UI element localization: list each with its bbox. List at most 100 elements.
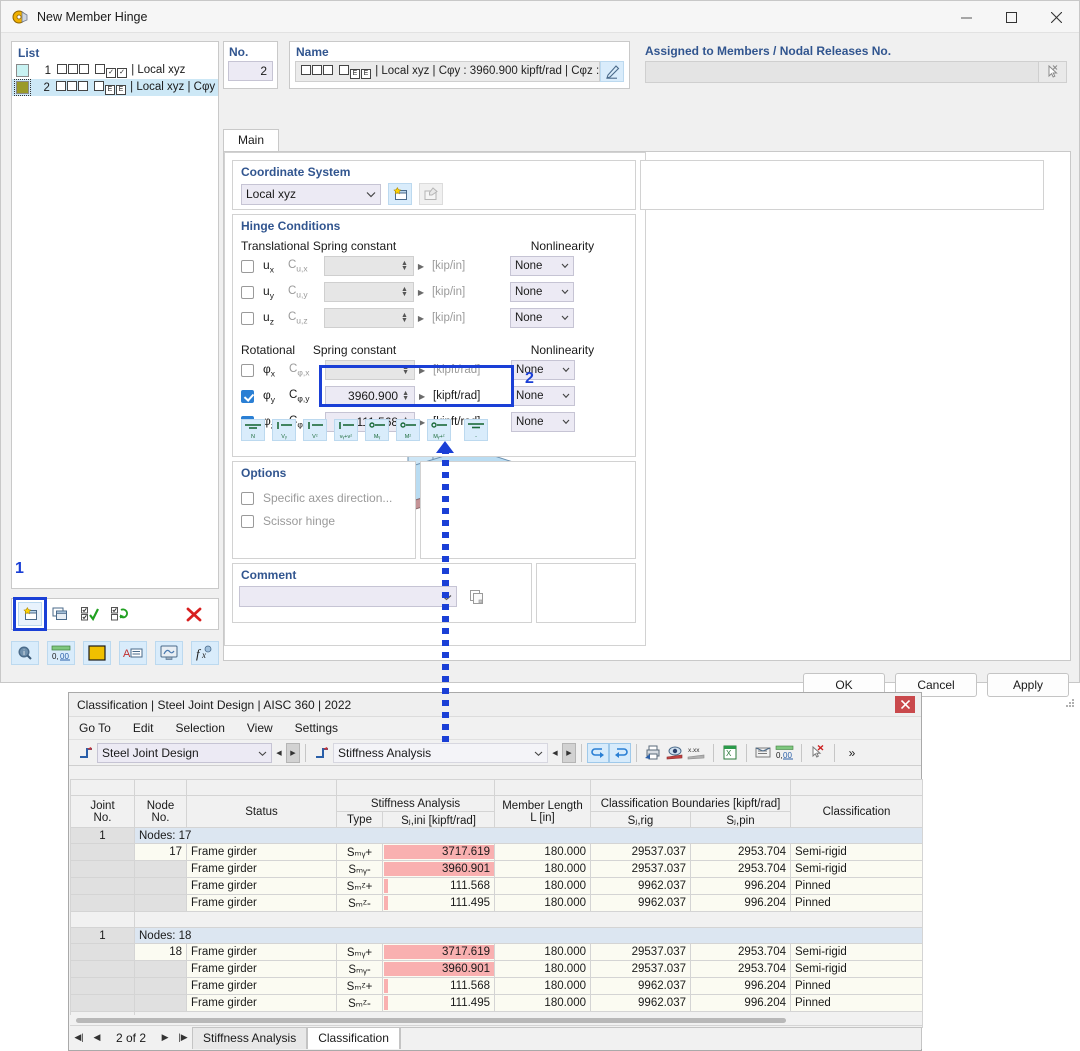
tab-classification[interactable]: Classification	[307, 1026, 400, 1049]
excel-icon[interactable]: X	[719, 743, 741, 763]
checkbox-phiy[interactable]	[241, 389, 254, 403]
edit-coordinate-system-button[interactable]	[419, 183, 443, 205]
table-next-button[interactable]: ▶	[562, 742, 576, 763]
input-cphiy[interactable]: 3960.900 ▲ ▼	[325, 386, 416, 406]
preset-none-button[interactable]: -	[464, 419, 488, 441]
report-icon[interactable]	[752, 743, 774, 763]
table-row[interactable]: Frame girder Sₘᶻ- 111.495 180.000 9962.0…	[70, 894, 923, 912]
select-all-button[interactable]	[78, 602, 102, 626]
table-row[interactable]: Frame girder Sₘᶻ+ 111.568 180.000 9962.0…	[70, 877, 923, 895]
table-window-close-button[interactable]	[895, 696, 915, 713]
checkbox-specific-axes[interactable]	[241, 491, 254, 505]
checkbox-phix[interactable]	[241, 363, 254, 377]
table-group-row[interactable]: 1 Nodes: 17	[70, 827, 923, 844]
last-page-button[interactable]: |▶	[174, 1032, 192, 1043]
preset-my-button[interactable]: Mᵧ	[365, 419, 389, 441]
nonlinearity-uz[interactable]: None	[509, 308, 574, 328]
expand-cuy-icon[interactable]: ▶	[414, 288, 428, 297]
preset-vz-button[interactable]: Vᶻ	[303, 419, 327, 441]
spinner-icon[interactable]: ▲▼	[402, 390, 409, 402]
close-button[interactable]	[1034, 1, 1079, 33]
new-hinge-button[interactable]	[13, 597, 47, 631]
new-coordinate-system-button[interactable]	[388, 183, 412, 205]
view-icon[interactable]	[664, 743, 686, 763]
label-button[interactable]: A	[119, 641, 147, 665]
input-cphix[interactable]: ▲ ▼	[325, 360, 416, 380]
edit-name-icon[interactable]	[600, 61, 624, 82]
render-button[interactable]	[155, 641, 183, 665]
filter-icon[interactable]	[807, 743, 829, 763]
list-item[interactable]: 1 ✓ ✓ | Local xyz	[12, 62, 218, 79]
info-button[interactable]: i	[11, 641, 39, 665]
table-row[interactable]: Frame girder Sₘᶻ- 111.495 180.000 9962.0…	[70, 994, 923, 1012]
spinner-icon[interactable]: ▲▼	[401, 286, 408, 298]
table-group-row[interactable]: 1 Nodes: 18	[70, 927, 923, 944]
comment-input[interactable]	[239, 586, 457, 607]
name-input[interactable]: EE | Local xyz | Cφy : 3960.900 kipft/ra…	[295, 61, 600, 82]
input-cuz[interactable]: ▲ ▼	[323, 308, 414, 328]
table-row[interactable]: Frame girder Sₘᶻ+ 111.568 180.000 9962.0…	[70, 977, 923, 995]
checkbox-scissor-hinge[interactable]	[241, 514, 254, 528]
menu-view[interactable]: View	[247, 721, 273, 735]
expand-cux-icon[interactable]: ▶	[414, 262, 428, 271]
copy-comment-icon[interactable]	[465, 586, 489, 608]
copy-hinge-button[interactable]	[48, 602, 72, 626]
nonlinearity-phiy[interactable]: None	[511, 386, 576, 406]
print-icon[interactable]	[642, 743, 664, 763]
prev-page-button[interactable]: ◀	[88, 1032, 106, 1043]
spinner-icon[interactable]: ▲▼	[401, 312, 408, 324]
expand-cphiy-icon[interactable]: ▶	[415, 392, 429, 401]
table-row[interactable]: Frame girder Sₘᵧ- 3960.901 180.000 29537…	[70, 960, 923, 978]
apply-button[interactable]: Apply	[987, 673, 1069, 697]
checkbox-uz[interactable]	[241, 311, 254, 325]
nonlinearity-phiz[interactable]: None	[511, 412, 576, 432]
nonlinearity-uy[interactable]: None	[509, 282, 574, 302]
table-row[interactable]: 17 Frame girder Sₘᵧ+ 3717.619 180.000 29…	[70, 843, 923, 861]
redo-icon[interactable]	[609, 742, 631, 763]
table-prev-button[interactable]: ◀	[548, 743, 562, 763]
xxx-icon[interactable]: x.xx	[686, 743, 708, 763]
spinner-icon[interactable]: ▲▼	[401, 260, 408, 272]
tab-stiffness-analysis[interactable]: Stiffness Analysis	[192, 1026, 308, 1049]
color-button[interactable]	[83, 641, 111, 665]
delete-button[interactable]	[182, 602, 206, 626]
menu-edit[interactable]: Edit	[133, 721, 154, 735]
module-select[interactable]: Steel Joint Design	[97, 742, 272, 763]
input-cuy[interactable]: ▲ ▼	[323, 282, 414, 302]
checkbox-uy[interactable]	[241, 285, 254, 299]
list-item[interactable]: 2 EE | Local xyz | Cφy : 3	[12, 79, 218, 96]
minimize-button[interactable]	[944, 1, 989, 33]
preset-mz-button[interactable]: Mᶻ	[396, 419, 420, 441]
module-prev-button[interactable]: ◀	[272, 743, 286, 763]
nonlinearity-ux[interactable]: None	[509, 256, 574, 276]
expand-cphix-icon[interactable]: ▶	[415, 366, 429, 375]
formula-button[interactable]: f x	[191, 641, 219, 665]
tab-main[interactable]: Main	[223, 129, 279, 151]
menu-selection[interactable]: Selection	[176, 721, 225, 735]
decimals-icon[interactable]: 0, 00	[774, 743, 796, 763]
next-page-button[interactable]: ▶	[156, 1032, 174, 1043]
maximize-button[interactable]	[989, 1, 1034, 33]
checkbox-ux[interactable]	[241, 259, 254, 273]
input-cux[interactable]: ▲ ▼	[323, 256, 414, 276]
expand-cuz-icon[interactable]: ▶	[414, 314, 428, 323]
numeric-format-button[interactable]: 0, 00	[47, 641, 75, 665]
preset-mymz-button[interactable]: Mᵧ+ᶻ	[427, 419, 451, 441]
invert-selection-button[interactable]	[108, 602, 132, 626]
spinner-icon[interactable]: ▲▼	[402, 364, 409, 376]
coordinate-system-select[interactable]: Local xyz	[241, 183, 381, 205]
pick-members-icon[interactable]	[1039, 61, 1067, 83]
undo-icon[interactable]	[587, 742, 609, 763]
number-input[interactable]: 2	[228, 61, 273, 81]
resize-grip[interactable]	[1065, 697, 1075, 707]
module-next-button[interactable]: ▶	[286, 742, 300, 763]
assigned-input[interactable]	[645, 61, 1039, 83]
first-page-button[interactable]: ◀|	[70, 1032, 88, 1043]
preset-vyvz-button[interactable]: vᵧ+vᶻ	[334, 419, 358, 441]
nonlinearity-phix[interactable]: None	[511, 360, 576, 380]
overflow-button[interactable]: »	[840, 743, 864, 763]
table-row[interactable]: 18 Frame girder Sₘᵧ+ 3717.619 180.000 29…	[70, 943, 923, 961]
menu-settings[interactable]: Settings	[295, 721, 338, 735]
horizontal-scrollbar-thumb[interactable]	[76, 1018, 786, 1023]
preset-n-button[interactable]: N	[241, 419, 265, 441]
